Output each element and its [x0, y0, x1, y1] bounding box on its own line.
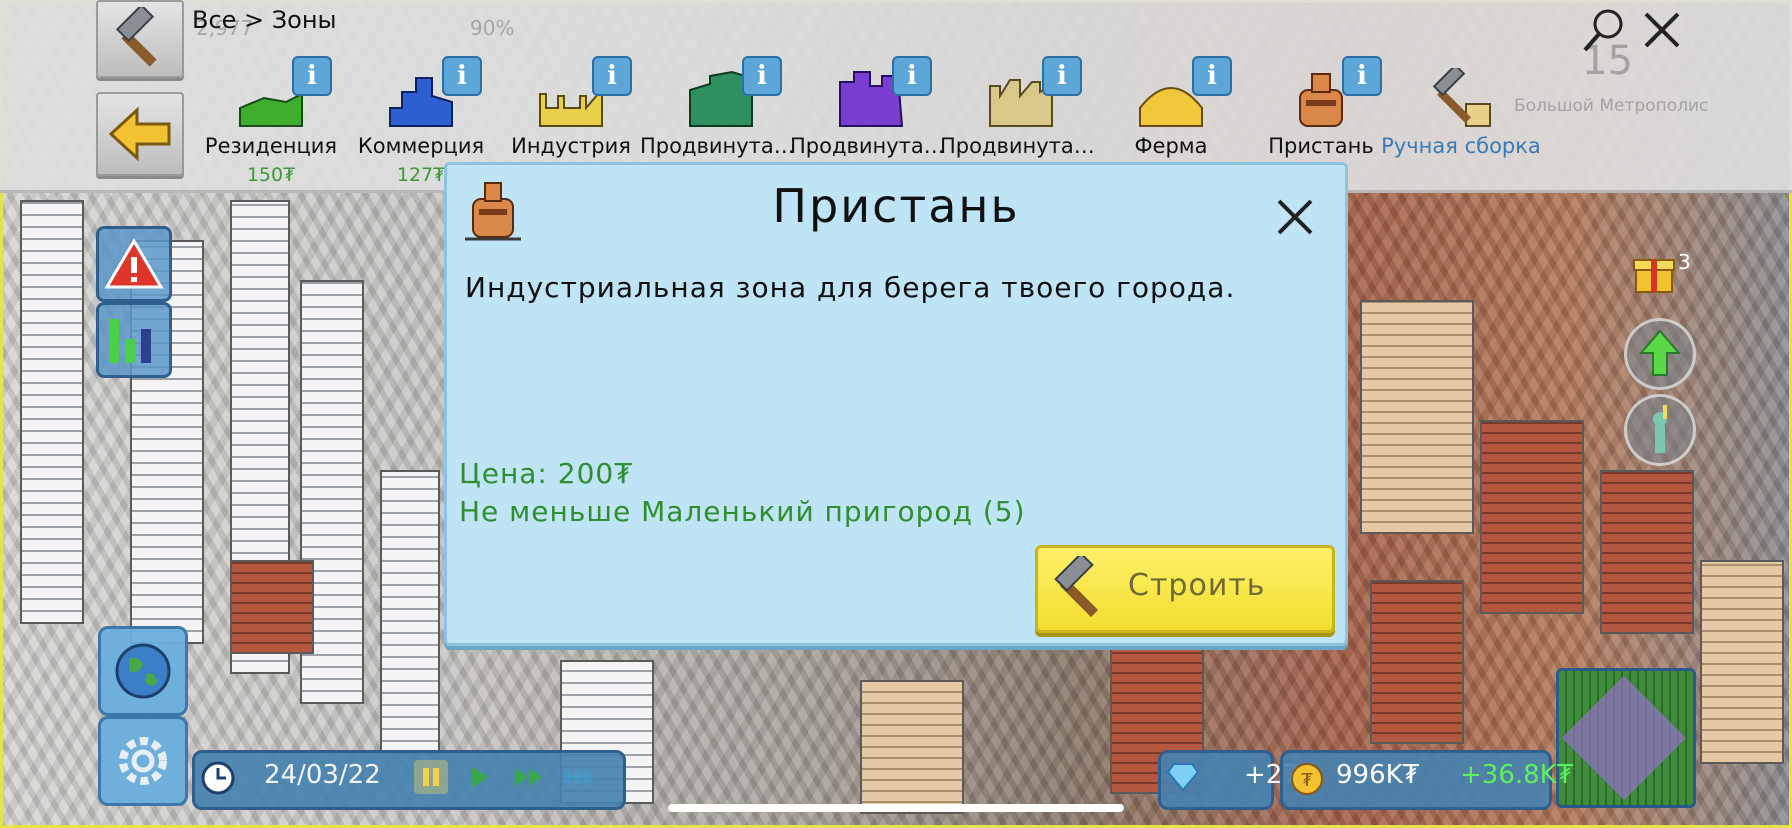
dialog-title: Пристань: [772, 179, 1020, 233]
building: [860, 680, 964, 814]
close-menu-button[interactable]: [1642, 10, 1682, 50]
zone-info-button[interactable]: i: [892, 56, 932, 96]
zone-label: Продвинутая к...: [790, 134, 952, 158]
statistics-button[interactable]: [96, 302, 172, 378]
arrow-up-icon: [1638, 329, 1682, 376]
close-icon: [1277, 199, 1313, 235]
ultra-speed-button[interactable]: [562, 760, 596, 794]
close-icon: [1644, 12, 1680, 48]
zone-label: Ферма: [1134, 134, 1208, 158]
zone-info-button[interactable]: i: [1042, 56, 1082, 96]
region-button[interactable]: [98, 626, 188, 716]
happiness-readout: 90%: [470, 16, 515, 40]
build-menu-button[interactable]: [96, 0, 184, 78]
zone-info-button[interactable]: i: [442, 56, 482, 96]
build-button-label: Строить: [1128, 568, 1266, 603]
hammer-icon: [1054, 556, 1099, 618]
build-requirement: Не меньше Маленький пригород (5): [459, 495, 1026, 528]
ultra-speed-icon: [564, 768, 594, 786]
zone-info-button[interactable]: i: [1342, 56, 1382, 96]
zone-info-button[interactable]: i: [742, 56, 782, 96]
fast-forward-icon: [515, 768, 542, 786]
back-button[interactable]: [96, 92, 184, 176]
search-button[interactable]: [1580, 6, 1628, 54]
city-rank-readout: Большой Метрополис: [1514, 96, 1709, 116]
chart-icon: [109, 319, 151, 363]
zone-label: Коммерция: [357, 134, 485, 158]
building: [230, 560, 314, 654]
zone-price: 150₮: [246, 164, 296, 186]
building-info-dialog: Пристань Индустриальная зона для берега …: [444, 162, 1348, 646]
landmark-button[interactable]: [1624, 394, 1696, 466]
clock-icon: [201, 761, 235, 795]
build-price: Цена: 200₮: [459, 457, 634, 490]
breadcrumb: Все > Зоны: [192, 6, 337, 34]
home-indicator[interactable]: [668, 804, 1124, 812]
zone-label: Продвинутая и...: [940, 134, 1102, 158]
coin-icon: ₮: [1291, 763, 1323, 795]
building: [1700, 560, 1784, 764]
gift-count: 3: [1678, 250, 1691, 274]
dialog-close-button[interactable]: [1273, 195, 1317, 239]
zone-info-button[interactable]: i: [1192, 56, 1232, 96]
zone-label: Резиденция: [204, 134, 338, 158]
zone-info-button[interactable]: i: [292, 56, 332, 96]
pause-icon: [423, 768, 439, 786]
zone-manual-build[interactable]: Ручная сборка: [1381, 50, 1541, 190]
fast-forward-button[interactable]: [512, 760, 546, 794]
svg-text:₮: ₮: [1301, 770, 1313, 791]
upgrade-button[interactable]: [1624, 318, 1696, 390]
building: [380, 470, 440, 754]
building: [20, 200, 84, 624]
minimap-city-area: [1561, 675, 1687, 801]
building: [1480, 420, 1584, 614]
zone-info-button[interactable]: i: [592, 56, 632, 96]
play-icon: [472, 767, 489, 787]
zone-label: Пристань: [1268, 134, 1374, 158]
game-date: 24/03/22: [264, 760, 381, 790]
arrow-left-icon: [108, 106, 171, 162]
settings-button[interactable]: [98, 716, 188, 806]
play-button[interactable]: [462, 760, 496, 794]
building: [1370, 580, 1464, 744]
globe-icon: [115, 643, 171, 699]
money-amount: 996K₮: [1336, 760, 1420, 790]
gift-icon[interactable]: [1630, 248, 1678, 296]
building: [1360, 300, 1474, 534]
minimap[interactable]: [1556, 668, 1696, 808]
hammer-icon: [115, 7, 157, 67]
zone-label: Ручная сборка: [1381, 134, 1541, 158]
build-button[interactable]: Строить: [1035, 545, 1335, 633]
income-amount: +36.8K₮: [1460, 760, 1574, 790]
zone-label: Индустрия: [511, 134, 631, 158]
manual-build-icon: [1432, 68, 1491, 127]
dialog-description: Индустриальная зона для берега твоего го…: [465, 271, 1236, 304]
statue-icon: [1653, 405, 1667, 453]
pause-button[interactable]: [414, 760, 448, 794]
building: [1600, 470, 1694, 634]
warning-icon: [104, 238, 164, 289]
search-icon: [1583, 9, 1623, 52]
disaster-button[interactable]: [96, 226, 172, 302]
gear-icon: [119, 737, 167, 785]
zone-label: Продвинутая р...: [640, 134, 802, 158]
zone-residential[interactable]: i Резиденция 150₮: [196, 50, 346, 190]
time-control-panel: [192, 750, 626, 810]
diamond-icon: [1166, 763, 1200, 792]
